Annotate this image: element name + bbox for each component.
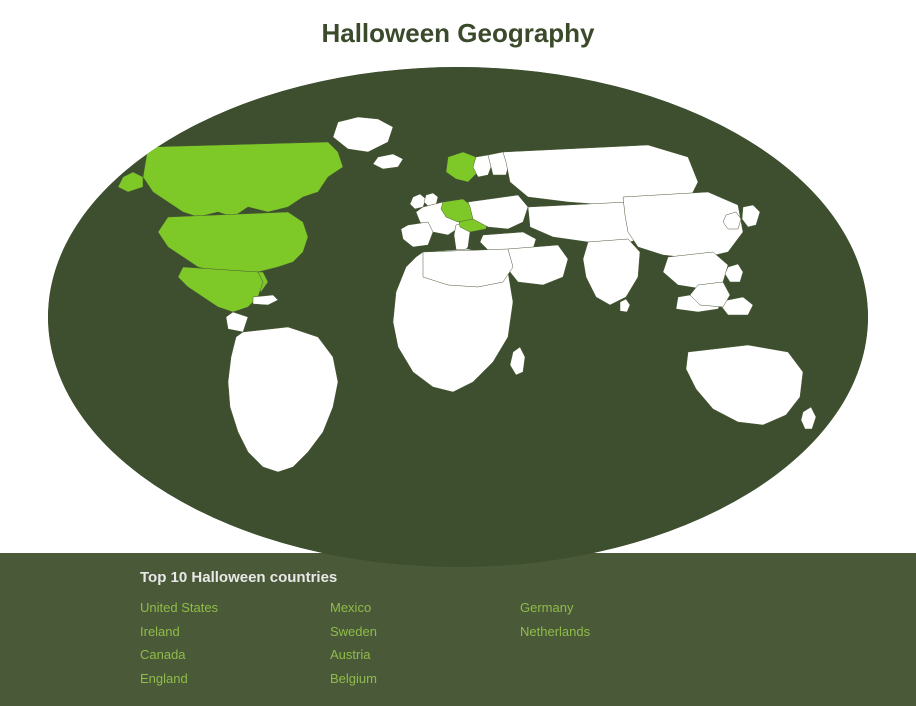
map-section: [0, 57, 916, 553]
page-title: Halloween Geography: [321, 18, 594, 49]
page-container: Halloween Geography: [0, 0, 916, 706]
bottom-heading: Top 10 Halloween countries: [140, 569, 776, 586]
country-column-1: United States Ireland Canada England: [140, 596, 330, 690]
list-item: Ireland: [140, 620, 330, 643]
list-item: Mexico: [330, 596, 520, 619]
list-item: Canada: [140, 643, 330, 666]
list-item: Belgium: [330, 667, 520, 690]
map-container: [48, 67, 868, 567]
world-map-svg: [48, 67, 868, 567]
country-column-3: Germany Netherlands: [520, 596, 710, 690]
list-item: Austria: [330, 643, 520, 666]
list-item: Netherlands: [520, 620, 710, 643]
list-item: Sweden: [330, 620, 520, 643]
list-item: Germany: [520, 596, 710, 619]
country-column-2: Mexico Sweden Austria Belgium: [330, 596, 520, 690]
list-item: United States: [140, 596, 330, 619]
list-item: England: [140, 667, 330, 690]
bottom-panel: Top 10 Halloween countries United States…: [0, 553, 916, 706]
countries-grid: United States Ireland Canada England Mex…: [140, 596, 776, 690]
